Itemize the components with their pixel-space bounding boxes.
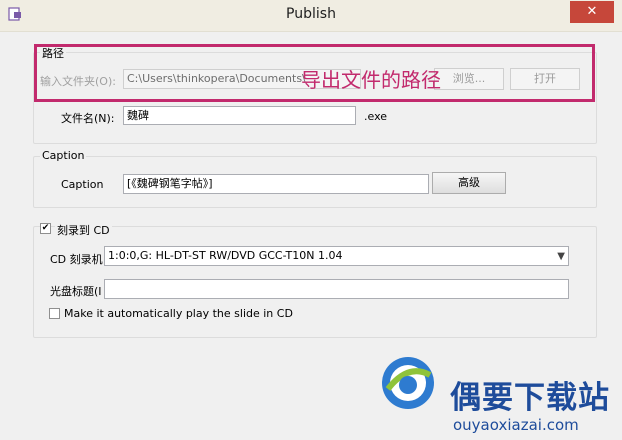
autoplay-label: Make it automatically play the slide in … [64,307,293,320]
close-button[interactable]: ✕ [570,1,614,23]
checkmark-icon: ✔ [41,223,50,233]
close-icon: ✕ [586,4,598,19]
extension-label: .exe [364,110,388,123]
autoplay-checkbox[interactable] [49,308,60,319]
filename-input[interactable]: 魏碑 [123,106,356,125]
burn-cd-label: 刻录到 CD [55,222,112,238]
caption-group-legend: Caption [40,149,87,162]
disc-title-input[interactable] [104,279,569,299]
filename-label: 文件名(N): [61,112,115,125]
burner-select[interactable]: 1:0:0,G: HL-DT-ST RW/DVD GCC-T10N 1.04 ▼ [104,246,569,266]
title-bar: Publish ✕ [0,0,622,32]
chevron-down-icon: ▼ [557,251,565,262]
window-title: Publish [286,6,336,22]
advanced-button[interactable]: 高级 [432,172,506,194]
watermark-name: 偶要下载站 [450,380,610,416]
caption-label: Caption [61,178,104,191]
burn-cd-checkbox[interactable]: ✔ [40,223,51,234]
annotation-text: 导出文件的路径 [301,68,441,92]
burner-label: CD 刻录机 [50,253,103,266]
watermark-logo-icon [382,357,434,409]
caption-input[interactable]: [《魏碑钢笔字帖》] [123,174,429,194]
burner-select-value: 1:0:0,G: HL-DT-ST RW/DVD GCC-T10N 1.04 [108,249,343,262]
watermark-url: ouyaoxiazai.com [453,416,579,434]
disc-title-label: 光盘标题(I [50,285,102,298]
